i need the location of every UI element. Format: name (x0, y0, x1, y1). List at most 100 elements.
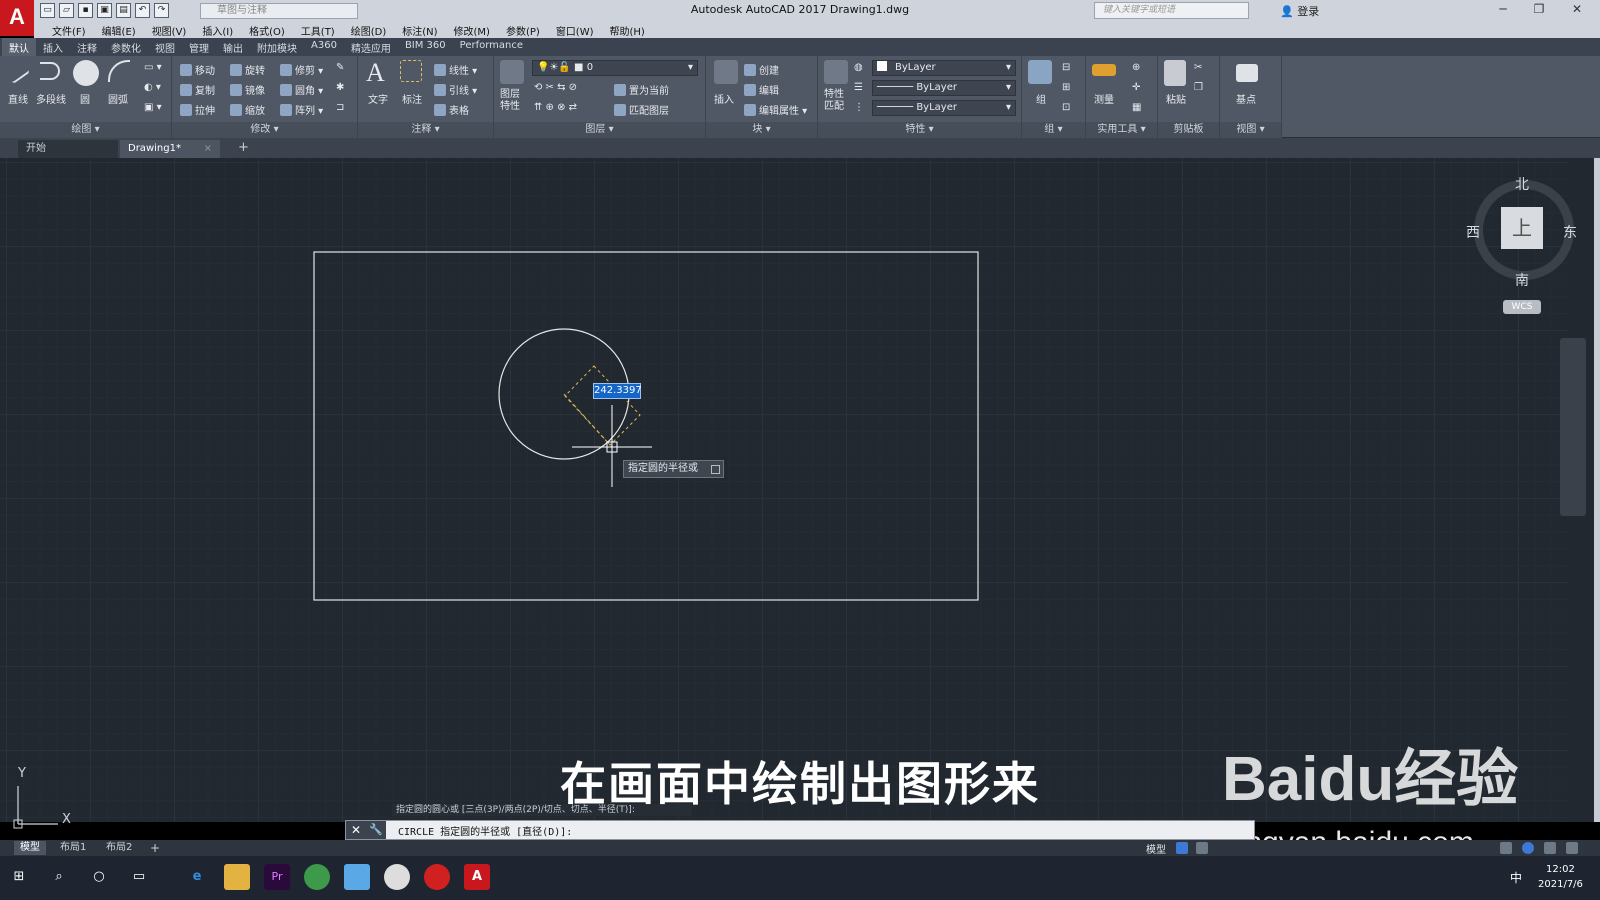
tab-manage[interactable]: 管理 (182, 38, 216, 56)
erase-icon[interactable]: ✎ (336, 62, 344, 73)
file-explorer-icon[interactable] (224, 864, 250, 890)
windows-start-icon[interactable]: ⊞ (6, 864, 32, 890)
snap-icon[interactable] (1196, 842, 1208, 854)
paste-button[interactable]: 粘贴 (1166, 91, 1186, 106)
search-icon[interactable]: ⌕ (46, 864, 72, 890)
menu-view[interactable]: 视图(V) (144, 22, 195, 38)
match-properties-button[interactable]: 特性 匹配 (824, 89, 844, 113)
lineweight-icon[interactable]: ⋮ (854, 102, 864, 113)
compass-south[interactable]: 南 (1515, 270, 1529, 290)
dimension-icon[interactable] (400, 60, 422, 82)
circle-button[interactable]: 圆 (80, 91, 90, 106)
quick-select-icon[interactable]: ⊕ (1132, 62, 1140, 73)
search-input[interactable]: 键入关键字或短语 (1094, 2, 1249, 19)
menu-window[interactable]: 窗口(W) (548, 22, 602, 38)
color-wheel-icon[interactable]: ◍ (854, 62, 863, 73)
polyline-icon[interactable] (40, 62, 60, 80)
menu-edit[interactable]: 编辑(E) (94, 22, 144, 38)
menu-help[interactable]: 帮助(H) (602, 22, 653, 38)
menu-dimension[interactable]: 标注(N) (394, 22, 445, 38)
color-dropdown[interactable]: ByLayer ▾ (872, 60, 1016, 76)
chrome-icon[interactable] (304, 864, 330, 890)
fillet-button[interactable]: 圆角 ▾ (280, 82, 323, 97)
group-select-icon[interactable]: ⊡ (1062, 102, 1070, 113)
new-tab-button[interactable]: + (230, 140, 249, 158)
text-button[interactable]: 文字 (368, 91, 388, 106)
print-icon[interactable]: ▤ (116, 3, 131, 18)
lineweight-dropdown[interactable]: ────── ByLayer ▾ (872, 100, 1016, 116)
text-icon[interactable]: A (366, 58, 385, 88)
task-view-icon[interactable]: ▭ (126, 864, 152, 890)
layer-tools-row1[interactable]: ⟲ ✂ ⇆ ⊘ (534, 82, 577, 93)
options-arrow-icon[interactable] (711, 465, 720, 474)
layer-properties-button[interactable]: 图层 特性 (500, 89, 520, 113)
block-panel-title[interactable]: 块 ▾ (706, 122, 817, 138)
leader-button[interactable]: 引线 ▾ (434, 82, 477, 97)
tab-performance[interactable]: Performance (453, 38, 530, 56)
copy-button[interactable]: 复制 (180, 82, 215, 97)
undo-icon[interactable]: ↶ (135, 3, 150, 18)
compass-west[interactable]: 西 (1466, 222, 1480, 242)
close-icon[interactable]: ✕ (346, 821, 366, 839)
linetype-icon[interactable]: ☰ (854, 82, 863, 93)
hatch-icon[interactable]: ◐ ▾ (144, 82, 161, 93)
array-button[interactable]: 阵列 ▾ (280, 102, 323, 117)
linetype-dropdown[interactable]: ────── ByLayer ▾ (872, 80, 1016, 96)
paste-icon[interactable] (1164, 60, 1186, 86)
tab-parametric[interactable]: 参数化 (104, 38, 148, 56)
edit-block-button[interactable]: 编辑 (744, 82, 779, 97)
circle-icon[interactable] (73, 60, 99, 86)
command-prompt[interactable]: CIRCLE 指定圆的半径或 [直径(D)]: (398, 823, 572, 838)
system-clock[interactable]: 12:02 2021/7/6 (1538, 862, 1583, 892)
layer-properties-icon[interactable] (500, 60, 524, 84)
penguin-app-icon[interactable] (384, 864, 410, 890)
maximize-button[interactable]: ❐ (1524, 2, 1554, 16)
calculator-icon[interactable]: ▦ (1132, 102, 1141, 113)
cut-icon[interactable]: ✂ (1194, 62, 1202, 73)
polyline-button[interactable]: 多段线 (36, 91, 66, 106)
clipboard-panel-title[interactable]: 剪贴板 (1158, 122, 1219, 138)
menu-draw[interactable]: 绘图(D) (343, 22, 395, 38)
menu-insert[interactable]: 插入(I) (194, 22, 241, 38)
boundary-icon[interactable]: ▣ ▾ (144, 102, 162, 113)
base-point-icon[interactable] (1236, 64, 1258, 82)
drawing-canvas[interactable] (0, 158, 1568, 822)
linear-button[interactable]: 线性 ▾ (434, 62, 477, 77)
trim-button[interactable]: 修剪 ▾ (280, 62, 323, 77)
line-button[interactable]: 直线 (8, 91, 28, 106)
menu-modify[interactable]: 修改(M) (446, 22, 498, 38)
rotate-button[interactable]: 旋转 (230, 62, 265, 77)
customize-status-icon[interactable] (1566, 842, 1578, 854)
arc-button[interactable]: 圆弧 (108, 91, 128, 106)
notes-app-icon[interactable] (344, 864, 370, 890)
edit-attributes-button[interactable]: 编辑属性 ▾ (744, 102, 807, 117)
close-button[interactable]: ✕ (1562, 2, 1592, 16)
status-model-space[interactable]: 模型 (1146, 841, 1166, 856)
open-file-icon[interactable]: ▱ (59, 3, 74, 18)
workspace-dropdown[interactable]: 草图与注释 (200, 3, 358, 19)
tab-view[interactable]: 视图 (148, 38, 182, 56)
autocad-taskbar-icon[interactable]: A (464, 864, 490, 890)
hardware-acceleration-icon[interactable] (1522, 842, 1534, 854)
tab-default[interactable]: 默认 (2, 38, 36, 56)
tab-layout2[interactable]: 布局2 (100, 841, 138, 855)
dimension-button[interactable]: 标注 (402, 91, 422, 106)
viewcube-top-face[interactable]: 上 (1501, 207, 1543, 249)
insert-block-icon[interactable] (714, 60, 738, 84)
edge-browser-icon[interactable]: e (184, 864, 210, 890)
move-button[interactable]: 移动 (180, 62, 215, 77)
cortana-icon[interactable]: ○ (86, 864, 112, 890)
base-point-button[interactable]: 基点 (1236, 91, 1256, 106)
tab-bim360[interactable]: BIM 360 (398, 38, 453, 56)
grid-icon[interactable] (1176, 842, 1188, 854)
tab-a360[interactable]: A360 (304, 38, 344, 56)
navigation-bar[interactable] (1560, 338, 1586, 516)
application-menu-button[interactable]: A (0, 0, 34, 36)
create-block-button[interactable]: 创建 (744, 62, 779, 77)
tab-layout1[interactable]: 布局1 (54, 841, 92, 855)
draw-panel-title[interactable]: 绘图 ▾ (0, 122, 171, 138)
menu-tools[interactable]: 工具(T) (293, 22, 343, 38)
tab-annotate[interactable]: 注释 (70, 38, 104, 56)
login-button[interactable]: 👤 登录 (1280, 3, 1319, 19)
layers-panel-title[interactable]: 图层 ▾ (494, 122, 705, 138)
